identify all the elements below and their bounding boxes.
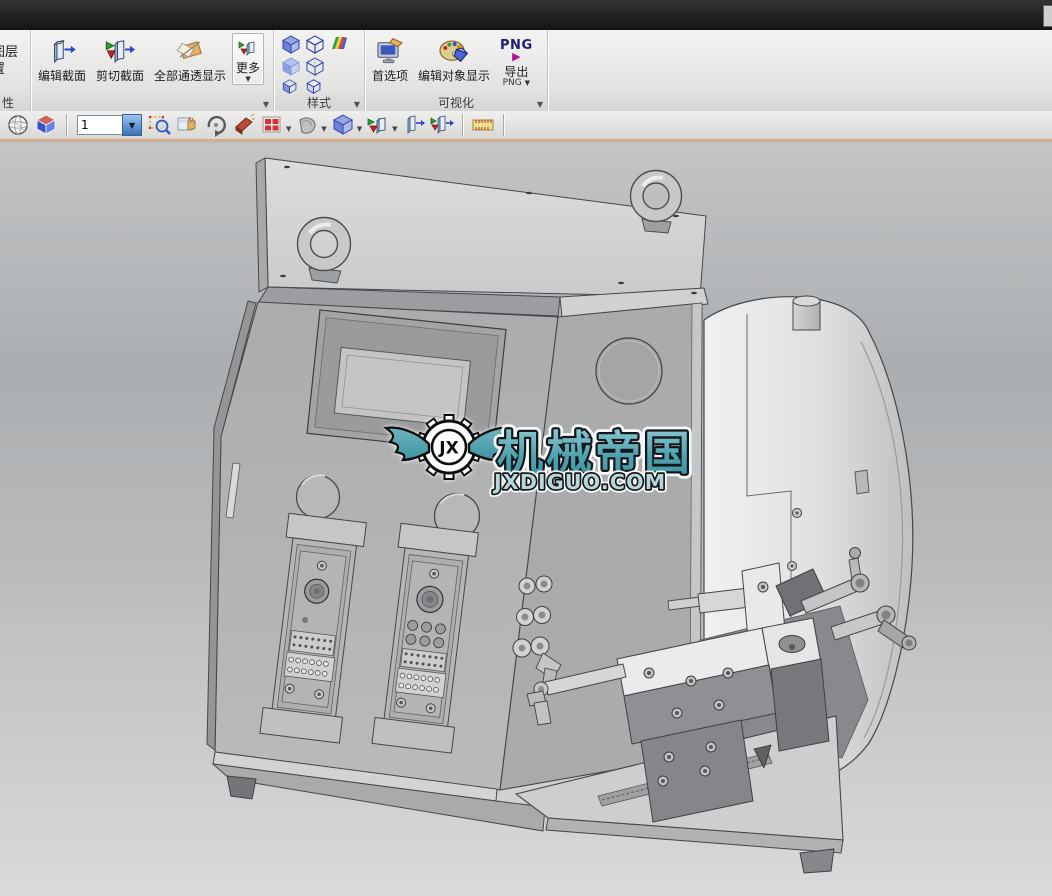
ribbon-empty-space (548, 30, 1052, 111)
layer-dropdown-button[interactable]: ▼ (122, 114, 142, 136)
clip-section-icon (105, 35, 136, 69)
visualization-group-launcher-icon[interactable]: ▼ (537, 101, 543, 109)
png-triangle-icon: ▶ (512, 49, 521, 63)
preferences-icon (374, 35, 406, 69)
more-icon (237, 35, 259, 61)
export-png-icon: PNG ▶ (500, 35, 533, 65)
ruler-icon[interactable] (470, 112, 496, 138)
shell-solid-icon[interactable] (294, 112, 320, 138)
export-png-button[interactable]: PNG ▶ 导出 PNG ▼ (496, 33, 537, 90)
style-cube-dropdown-arrow-icon[interactable]: ▼ (357, 125, 362, 133)
colored-section-icon[interactable] (365, 112, 391, 138)
toolbar-separator (461, 114, 463, 136)
title-bar (0, 0, 1052, 30)
ribbon-group-visualization: 首选项 编辑对象显示 PNG ▶ 导出 PNG ▼ 可视化 ▼ (365, 30, 548, 111)
shell-dropdown-arrow-icon[interactable]: ▼ (321, 125, 326, 133)
section-group-launcher-icon[interactable]: ▼ (263, 101, 269, 109)
style-shaded-edges-cube-icon[interactable] (281, 35, 301, 57)
style-face-analysis-icon[interactable] (330, 35, 347, 55)
viewport-3d-canvas[interactable]: JX 机械帝国 机械帝国 机械帝国 JXDIGUO.COM JXDIGUO.CO… (0, 143, 1052, 896)
more-dropdown-arrow-icon: ▼ (245, 75, 251, 83)
toolbar-secondary: ▼ ▼ ▼ ▼ ▼ (0, 111, 1052, 141)
style-wireframe-cube-icon[interactable] (305, 35, 325, 57)
edit-object-display-button[interactable]: 编辑对象显示 (414, 33, 494, 85)
ribbon-group-clipped-left: 图层 置 性 (0, 30, 31, 111)
clip-section-label: 剪切截面 (96, 69, 145, 83)
show-all-translucent-button[interactable]: 全部通透显示 (150, 33, 230, 85)
export-label: 导出 (504, 65, 529, 79)
style-shaded-cube-icon[interactable] (282, 57, 301, 79)
style-studio-cube-icon[interactable] (306, 79, 322, 97)
eraser-icon[interactable] (231, 112, 257, 138)
layer-settings-label-line1: 图层 (0, 45, 19, 60)
edit-section-slab-icon[interactable] (401, 112, 427, 138)
style-group-launcher-icon[interactable]: ▼ (354, 101, 360, 109)
show-all-translucent-icon (174, 35, 206, 69)
visualization-group-label: 可视化 (437, 96, 474, 110)
watermark-url-text: JXDIGUO.COM (492, 470, 666, 494)
export-sub-png: PNG (502, 78, 522, 88)
watermark-logo-text: JX (438, 439, 458, 459)
edit-section-button[interactable]: 编辑截面 (34, 33, 90, 85)
style-hidden-edges-cube-icon[interactable] (305, 57, 325, 79)
more-button[interactable]: 更多 ▼ (232, 33, 265, 85)
clip-section-button[interactable]: 剪切截面 (92, 33, 148, 85)
colored-section-dropdown-arrow-icon[interactable]: ▼ (392, 125, 397, 133)
toolbar-separator (66, 114, 67, 136)
layer-selector[interactable]: ▼ (77, 114, 142, 136)
red-grid-icon[interactable] (259, 112, 285, 138)
layer-settings-button[interactable]: 图层 置 (0, 44, 30, 78)
style-partial-shaded-cube-icon[interactable] (282, 79, 298, 97)
clipped-group-label: 性 (2, 96, 15, 110)
red-grid-dropdown-arrow-icon[interactable]: ▼ (286, 125, 291, 133)
edit-section-label: 编辑截面 (38, 69, 87, 83)
pan-hand-icon[interactable] (175, 112, 201, 138)
graphics-viewport[interactable]: JX 机械帝国 机械帝国 机械帝国 JXDIGUO.COM JXDIGUO.CO… (0, 143, 1052, 896)
edit-object-display-icon (437, 35, 471, 69)
ribbon-group-section: 编辑截面 剪切截面 全部通透显示 更多 ▼ ▼ (31, 30, 274, 111)
shaded-cube-icon[interactable] (33, 112, 59, 138)
preferences-button[interactable]: 首选项 (368, 33, 412, 85)
wireframe-sphere-icon[interactable] (5, 112, 31, 138)
edit-object-display-label: 编辑对象显示 (418, 69, 491, 83)
clip-section-slab-icon[interactable] (429, 112, 455, 138)
layer-dropdown-arrow-icon: ▼ (128, 120, 136, 130)
rotate-icon[interactable] (203, 112, 229, 138)
layer-value-input[interactable] (77, 115, 122, 135)
more-label: 更多 (236, 61, 261, 75)
edit-section-icon (47, 35, 77, 69)
style-cube-buttons (274, 30, 352, 97)
style-group-label: 样式 (306, 96, 331, 110)
preferences-label: 首选项 (372, 69, 409, 83)
export-dropdown-arrow-icon: ▼ (524, 79, 531, 87)
ribbon: 图层 置 性 编辑截面 (0, 30, 1052, 112)
style-cube-toolbar-icon[interactable] (330, 112, 356, 138)
window-control-fragment-icon[interactable] (1043, 5, 1052, 27)
show-all-translucent-label: 全部通透显示 (154, 69, 227, 83)
export-sub-label: PNG ▼ (503, 79, 530, 88)
layer-settings-label-line2: 置 (0, 61, 30, 78)
ribbon-group-style: 样式 ▼ (274, 30, 365, 111)
watermark-url: JXDIGUO.COM JXDIGUO.COM JXDIGUO.COM (489, 467, 669, 498)
zoom-box-icon[interactable] (147, 112, 173, 138)
toolbar-separator (502, 114, 504, 136)
